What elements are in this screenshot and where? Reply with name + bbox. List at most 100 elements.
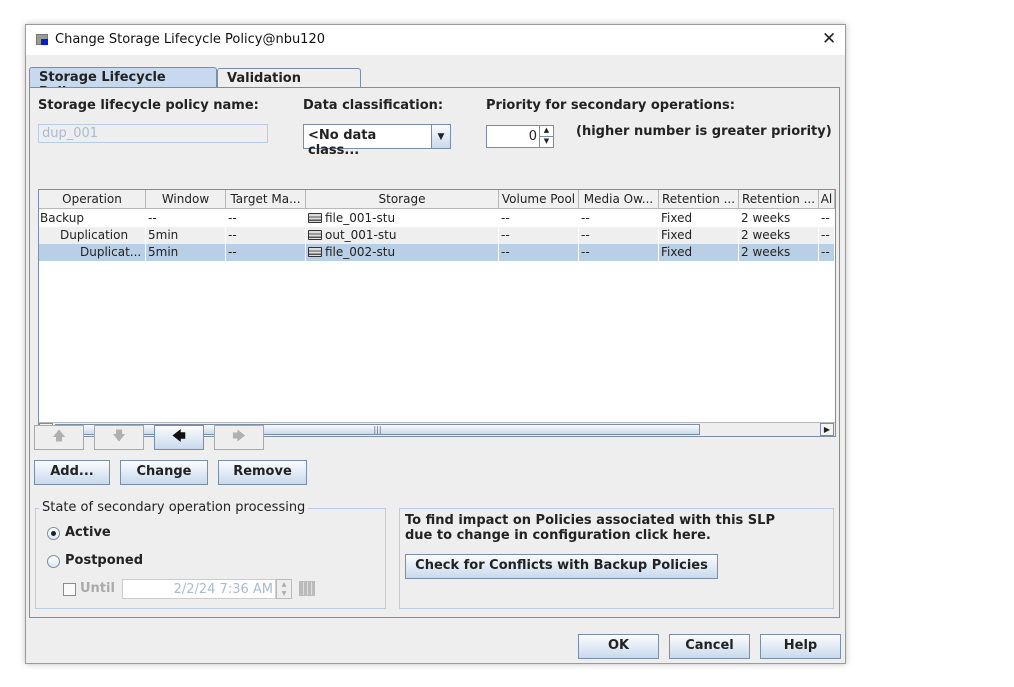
table-row[interactable]: Duplicat... 5min -- file_002-stu -- -- Fixed 2 … <box>39 244 835 261</box>
cell-text: -- <box>821 211 830 225</box>
until-spinner-icon: ▲ ▼ <box>276 579 292 599</box>
column-header[interactable]: Media Ow... <box>579 190 659 209</box>
column-header[interactable]: Operation <box>39 190 146 209</box>
priority-value: 0 <box>528 129 537 144</box>
spinner-down-icon[interactable]: ▼ <box>539 137 553 147</box>
chevron-down-icon: ▼ <box>431 125 450 148</box>
table-cell: Fixed <box>659 244 739 261</box>
state-group-legend: State of secondary operation processing <box>39 500 309 515</box>
postponed-radio[interactable] <box>47 555 60 568</box>
table-row[interactable]: Duplication 5min -- out_001-stu -- -- Fixed 2 w… <box>39 227 835 244</box>
table-cell: -- <box>499 227 579 244</box>
column-header[interactable]: Al <box>819 190 835 209</box>
table-cell: Duplicat... <box>39 244 146 261</box>
column-header[interactable]: Window <box>146 190 226 209</box>
tab-storage-lifecycle-policy[interactable]: Storage Lifecycle Policy <box>29 67 217 100</box>
help-button[interactable]: Help <box>760 634 841 659</box>
data-classification-label: Data classification: <box>303 98 444 113</box>
cell-text: -- <box>228 211 237 225</box>
conflicts-text-2: due to change in configuration click her… <box>405 528 711 543</box>
until-label: Until <box>80 581 115 596</box>
close-icon[interactable]: ✕ <box>822 29 836 49</box>
spinner-up-icon[interactable]: ▲ <box>539 126 553 137</box>
table-cell: Duplication <box>39 227 146 244</box>
table-cell: -- <box>499 210 579 227</box>
cell-text: file_001-stu <box>325 211 396 225</box>
table-cell: -- <box>819 227 835 244</box>
cell-text: file_002-stu <box>325 245 396 259</box>
cell-text: -- <box>581 228 590 242</box>
until-checkbox[interactable] <box>63 583 76 596</box>
cancel-button[interactable]: Cancel <box>669 634 750 659</box>
cell-text: -- <box>821 228 830 242</box>
cell-text: -- <box>501 245 510 259</box>
cell-text: -- <box>581 211 590 225</box>
priority-hint: (higher number is greater priority) <box>576 124 832 139</box>
arrow-right-icon: 🡆 <box>232 429 246 444</box>
table-cell: -- <box>226 244 306 261</box>
table-cell: -- <box>226 210 306 227</box>
storage-unit-icon <box>308 213 322 223</box>
arrow-right-button[interactable]: 🡆 <box>214 425 264 450</box>
tab-panel: Storage lifecycle policy name: dup_001 D… <box>29 87 840 618</box>
table-cell: 2 weeks <box>739 244 819 261</box>
table-cell: -- <box>579 227 659 244</box>
table-cell: file_001-stu <box>306 210 499 227</box>
active-radio[interactable] <box>47 527 60 540</box>
cell-text: -- <box>501 228 510 242</box>
cell-text: Fixed <box>661 245 693 259</box>
table-cell: file_002-stu <box>306 244 499 261</box>
scroll-right-icon[interactable]: ▶ <box>820 423 834 436</box>
ok-button[interactable]: OK <box>578 634 659 659</box>
cell-text: Duplicat... <box>80 245 142 259</box>
priority-label: Priority for secondary operations: <box>486 98 735 113</box>
arrow-left-icon: 🡄 <box>172 429 186 444</box>
remove-button[interactable]: Remove <box>218 460 307 485</box>
table-row[interactable]: Backup -- -- file_001-stu -- -- Fixed 2 weeks -- <box>39 210 835 227</box>
cell-text: -- <box>821 245 830 259</box>
arrow-up-icon: 🡅 <box>52 429 66 444</box>
scrollbar-thumb[interactable]: ||| <box>55 424 700 435</box>
column-header[interactable]: Target Ma... <box>226 190 306 209</box>
cell-text: out_001-stu <box>325 228 397 242</box>
arrow-left-button[interactable]: 🡄 <box>154 425 204 450</box>
add-button[interactable]: Add... <box>34 460 110 485</box>
table-cell: 5min <box>146 244 226 261</box>
column-header[interactable]: Retention ... <box>739 190 819 209</box>
table-cell: Fixed <box>659 210 739 227</box>
table-cell: Backup <box>39 210 146 227</box>
conflicts-text-1: To find impact on Policies associated wi… <box>405 513 775 528</box>
cell-text: -- <box>228 228 237 242</box>
cell-text: Fixed <box>661 211 693 225</box>
dialog-window: Change Storage Lifecycle Policy@nbu120 ✕… <box>25 24 846 664</box>
cell-text: Backup <box>40 211 84 225</box>
arrow-down-button[interactable]: 🡇 <box>94 425 144 450</box>
table-cell: 2 weeks <box>739 210 819 227</box>
postponed-label: Postponed <box>65 553 144 568</box>
policy-name-field: dup_001 <box>38 124 268 143</box>
data-classification-select[interactable]: <No data class... ▼ <box>303 124 451 158</box>
table-cell: -- <box>819 244 835 261</box>
active-label: Active <box>65 525 111 540</box>
table-cell: out_001-stu <box>306 227 499 244</box>
arrow-up-button[interactable]: 🡅 <box>34 425 84 450</box>
app-icon <box>36 34 48 45</box>
change-button[interactable]: Change <box>120 460 208 485</box>
priority-spinner[interactable]: 0 ▲ ▼ <box>486 125 554 148</box>
cell-text: 2 weeks <box>741 228 791 242</box>
table-cell: -- <box>226 227 306 244</box>
cell-text: 2 weeks <box>741 211 791 225</box>
cell-text: 5min <box>148 245 179 259</box>
column-header[interactable]: Storage <box>306 190 499 209</box>
table-cell: -- <box>146 210 226 227</box>
table-cell: Fixed <box>659 227 739 244</box>
table-cell: -- <box>499 244 579 261</box>
tab-validation-report[interactable]: Validation Report <box>217 68 361 101</box>
window-title: Change Storage Lifecycle Policy@nbu120 <box>55 32 325 47</box>
column-header[interactable]: Retention ... <box>659 190 739 209</box>
title-bar: Change Storage Lifecycle Policy@nbu120 ✕ <box>26 25 845 55</box>
table-cell: -- <box>579 244 659 261</box>
check-conflicts-button[interactable]: Check for Conflicts with Backup Policies <box>405 554 718 579</box>
column-header[interactable]: Volume Pool <box>499 190 579 209</box>
storage-unit-icon <box>308 247 322 257</box>
